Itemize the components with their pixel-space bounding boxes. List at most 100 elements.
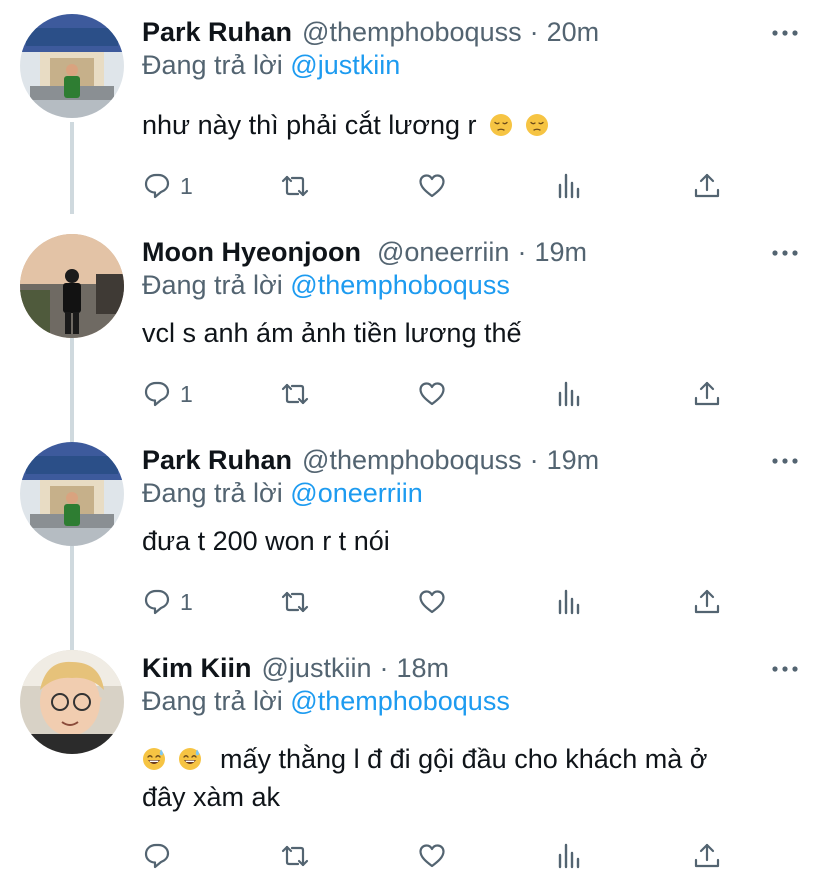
retweet-icon: [281, 845, 309, 867]
more-icon[interactable]: [770, 238, 800, 268]
heart-icon: [419, 174, 445, 198]
heart-icon: [419, 590, 445, 614]
tweet-text-content: đây xàm ak: [142, 782, 281, 812]
analytics-icon: [558, 589, 580, 615]
author-name[interactable]: Kim Kiin: [142, 653, 252, 684]
timestamp[interactable]: 19m: [534, 237, 587, 268]
analytics-button[interactable]: [555, 584, 585, 620]
timestamp[interactable]: 20m: [547, 17, 600, 48]
tweet-text-content: vcl s anh ám ảnh tiền lương thế: [142, 318, 522, 348]
reply-count: 1: [180, 172, 193, 199]
replying-mention[interactable]: @themphoboquss: [290, 686, 510, 716]
grinning-sweat-face-emoji: [142, 747, 166, 771]
replying-to: Đang trả lời @themphoboquss: [142, 686, 510, 717]
tweet-text-content: như này thì phải cắt lương r: [142, 110, 477, 140]
like-button[interactable]: [417, 168, 447, 204]
analytics-icon: [558, 381, 580, 407]
tweet-text: mấy thằng l đ đi gội đầu cho khách mà ở …: [142, 740, 782, 816]
share-icon: [694, 381, 720, 406]
share-icon: [694, 843, 720, 868]
share-icon: [694, 589, 720, 614]
avatar[interactable]: [20, 14, 124, 118]
analytics-icon: [558, 173, 580, 199]
retweet-button[interactable]: [280, 376, 310, 412]
pensive-face-emoji: [524, 113, 549, 137]
tweet-actions: [142, 838, 742, 874]
reply-thread: Park Ruhan @themphoboquss · 20m Đang trả…: [0, 0, 828, 876]
retweet-icon: [281, 175, 309, 197]
separator-dot: ·: [529, 16, 539, 47]
retweet-button[interactable]: [280, 838, 310, 874]
reply-icon: [144, 843, 170, 869]
author-handle[interactable]: @oneerriin: [377, 237, 509, 268]
timestamp[interactable]: 19m: [547, 445, 600, 476]
analytics-icon: [558, 843, 580, 869]
tweet-text-line: đây xàm ak: [142, 778, 782, 816]
reply-button[interactable]: 1: [142, 584, 193, 620]
tweet-text-line: mấy thằng l đ đi gội đầu cho khách mà ở: [142, 740, 782, 778]
avatar[interactable]: [20, 442, 124, 546]
tweet-text-content: đưa t 200 won r t nói: [142, 526, 390, 556]
reply-icon: [144, 381, 170, 407]
avatar[interactable]: [20, 650, 124, 754]
avatar[interactable]: [20, 234, 124, 338]
replying-prefix: Đang trả lời: [142, 50, 283, 80]
grinning-sweat-face-emoji: [178, 747, 202, 771]
replying-prefix: Đang trả lời: [142, 270, 283, 300]
tweet-actions: 1: [142, 584, 742, 620]
reply-button[interactable]: 1: [142, 376, 193, 412]
reply-count: 1: [180, 380, 193, 407]
like-button[interactable]: [417, 838, 447, 874]
analytics-button[interactable]: [555, 376, 585, 412]
retweet-icon: [281, 383, 309, 405]
replying-to: Đang trả lời @oneerriin: [142, 478, 423, 509]
share-button[interactable]: [692, 168, 722, 204]
author-name[interactable]: Park Ruhan: [142, 17, 292, 48]
heart-icon: [419, 844, 445, 868]
replying-mention[interactable]: @justkiin: [290, 50, 400, 80]
tweet-text-content: mấy thằng l đ đi gội đầu cho khách mà ở: [220, 744, 708, 774]
analytics-button[interactable]: [555, 838, 585, 874]
like-button[interactable]: [417, 376, 447, 412]
replying-prefix: Đang trả lời: [142, 686, 283, 716]
share-icon: [694, 173, 720, 198]
heart-icon: [419, 382, 445, 406]
retweet-button[interactable]: [280, 168, 310, 204]
tweet[interactable]: Moon Hyeonjoon @oneerriin · 19m Đang trả…: [0, 234, 828, 424]
author-name[interactable]: Park Ruhan: [142, 445, 292, 476]
tweet-text: như này thì phải cắt lương r: [142, 106, 782, 144]
pensive-face-emoji: [488, 113, 513, 137]
author-name[interactable]: Moon Hyeonjoon: [142, 237, 361, 268]
tweet[interactable]: Park Ruhan @themphoboquss · 20m Đang trả…: [0, 14, 828, 214]
analytics-button[interactable]: [555, 168, 585, 204]
replying-prefix: Đang trả lời: [142, 478, 283, 508]
more-icon[interactable]: [770, 654, 800, 684]
reply-button[interactable]: [142, 838, 180, 874]
share-button[interactable]: [692, 584, 722, 620]
tweet-actions: 1: [142, 168, 742, 204]
separator-dot: ·: [517, 236, 527, 267]
retweet-icon: [281, 591, 309, 613]
tweet-text: đưa t 200 won r t nói: [142, 522, 782, 560]
share-button[interactable]: [692, 838, 722, 874]
tweet[interactable]: Kim Kiin @justkiin · 18m Đang trả lời @t…: [0, 650, 828, 876]
reply-count: 1: [180, 588, 193, 615]
more-icon[interactable]: [770, 18, 800, 48]
reply-button[interactable]: 1: [142, 168, 193, 204]
share-button[interactable]: [692, 376, 722, 412]
tweet-actions: 1: [142, 376, 742, 412]
replying-to: Đang trả lời @themphoboquss: [142, 270, 510, 301]
tweet[interactable]: Park Ruhan @themphoboquss · 19m Đang trả…: [0, 442, 828, 632]
retweet-button[interactable]: [280, 584, 310, 620]
replying-to: Đang trả lời @justkiin: [142, 50, 400, 81]
author-handle[interactable]: @themphoboquss: [302, 445, 522, 476]
author-handle[interactable]: @themphoboquss: [302, 17, 522, 48]
reply-icon: [144, 589, 170, 615]
tweet-text: vcl s anh ám ảnh tiền lương thế: [142, 314, 782, 352]
replying-mention[interactable]: @oneerriin: [290, 478, 422, 508]
replying-mention[interactable]: @themphoboquss: [290, 270, 510, 300]
timestamp[interactable]: 18m: [396, 653, 449, 684]
more-icon[interactable]: [770, 446, 800, 476]
like-button[interactable]: [417, 584, 447, 620]
author-handle[interactable]: @justkiin: [262, 653, 372, 684]
